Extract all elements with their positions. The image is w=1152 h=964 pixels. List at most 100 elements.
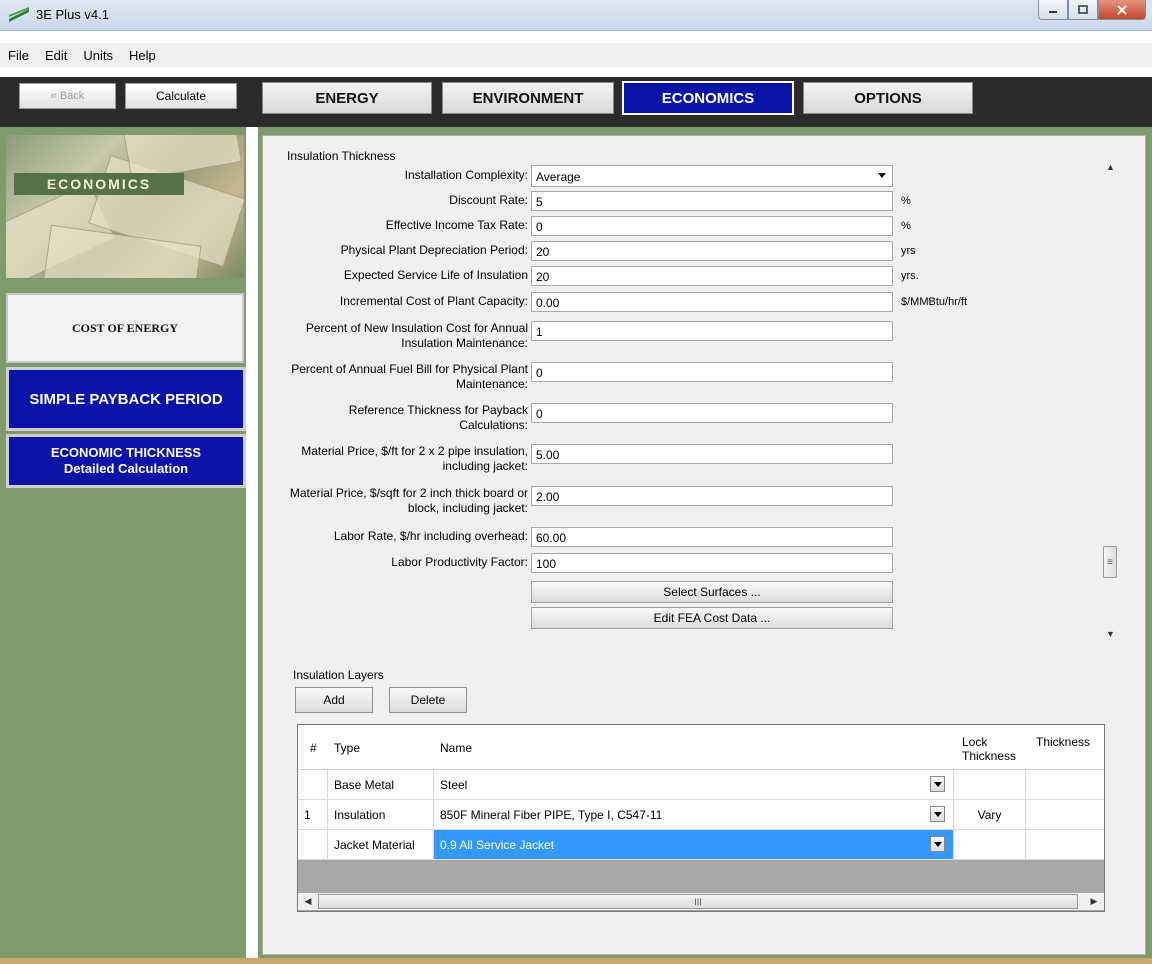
header-type: Type [334,741,361,755]
row-name-cell[interactable]: Steel [434,770,954,799]
delete-layer-button[interactable]: Delete [389,687,467,713]
table-row[interactable]: Jacket Material 0.9 All Service Jacket [298,830,1104,860]
economics-panel: Insulation Thickness Installation Comple… [262,135,1146,955]
plant-maintenance-input[interactable]: 0 [531,362,893,382]
service-life-input[interactable]: 20 [531,266,893,286]
field-label: Incremental Cost of Plant Capacity: [339,294,528,308]
field-label: Effective Income Tax Rate: [385,218,528,232]
menu-units[interactable]: Units [75,48,121,63]
row-thickness[interactable] [1026,830,1104,859]
field-unit: % [901,195,911,207]
header-name: Name [440,741,473,755]
add-layer-button[interactable]: Add [295,687,373,713]
select-surfaces-button[interactable]: Select Surfaces ... [531,581,893,603]
complexity-label: Installation Complexity: [404,168,528,182]
row-name: 850F Mineral Fiber PIPE, Type I, C547-11 [440,807,663,822]
row-num: 1 [298,800,328,829]
field-unit: $/MMBtu/hr/ft [901,296,968,308]
cost-of-energy-button[interactable]: COST OF ENERGY [6,293,244,363]
row-name-cell[interactable]: 850F Mineral Fiber PIPE, Type I, C547-11 [434,800,954,829]
economic-thickness-subtitle: Detailed Calculation [63,461,189,476]
row-type: Jacket Material [328,830,434,859]
labor-productivity-input[interactable]: 100 [531,553,893,573]
scroll-right-icon[interactable]: ▶ [1086,894,1102,909]
row-dropdown-icon[interactable] [930,836,945,852]
depreciation-period-input[interactable]: 20 [531,241,893,261]
edit-fea-cost-button[interactable]: Edit FEA Cost Data ... [531,607,893,629]
scroll-up-icon[interactable]: ▲ [1102,158,1119,175]
labor-rate-input[interactable]: 60.00 [531,527,893,547]
vertical-scrollbar[interactable]: ▲ ≡ ▼ [1102,152,1119,642]
tab-economics[interactable]: ECONOMICS [622,81,794,115]
field-label: Discount Rate: [449,193,528,207]
simple-payback-button[interactable]: SIMPLE PAYBACK PERIOD [6,367,246,431]
reference-thickness-input[interactable]: 0 [531,403,893,423]
economic-thickness-button[interactable]: ECONOMIC THICKNESS Detailed Calculation [6,434,246,488]
insulation-layers-table: # Type Name Lock Thickness Thickness Bas… [297,724,1105,912]
header-lock-line2: Thickness [962,749,1017,763]
row-thickness[interactable] [1026,800,1104,829]
maximize-icon [1078,5,1088,14]
app-logo-icon [9,7,29,22]
scroll-left-icon[interactable]: ◀ [300,894,316,909]
close-button[interactable] [1098,0,1146,20]
pipe-material-price-input[interactable]: 5.00 [531,444,893,464]
field-label: Material Price, $/ft for 2 x 2 pipe insu… [301,444,528,473]
tab-energy[interactable]: ENERGY [262,82,432,114]
window-title: 3E Plus v4.1 [36,7,109,22]
row-lock[interactable] [954,830,1026,859]
row-type: Insulation [328,800,434,829]
field-label: Reference Thickness for Payback Calculat… [348,403,528,432]
scroll-thumb[interactable]: III [318,894,1078,909]
horizontal-scrollbar[interactable]: ◀ III ▶ [298,893,1104,910]
header-lock: Lock Thickness [962,735,1016,763]
scroll-thumb[interactable]: ≡ [1103,546,1117,578]
plant-capacity-cost-input[interactable]: 0.00 [531,292,893,312]
field-label: Material Price, $/sqft for 2 inch thick … [289,486,528,515]
row-dropdown-icon[interactable] [930,776,945,792]
row-type: Base Metal [328,770,434,799]
menu-help[interactable]: Help [121,48,164,63]
close-icon [1117,4,1127,15]
tab-options[interactable]: OPTIONS [803,82,973,114]
header-num: # [310,741,317,755]
row-name-cell[interactable]: 0.9 All Service Jacket [434,830,954,859]
row-name: Steel [440,777,468,792]
economic-thickness-title: ECONOMIC THICKNESS [50,445,202,460]
calculate-button[interactable]: Calculate [125,83,237,109]
complexity-value: Average [536,170,581,184]
insulation-maintenance-input[interactable]: 1 [531,321,893,341]
row-lock[interactable] [954,770,1026,799]
field-label: Labor Rate, $/hr including overhead: [333,529,528,543]
maximize-button[interactable] [1068,0,1098,20]
complexity-select[interactable]: Average [531,165,893,187]
dropdown-arrow-icon [878,173,886,178]
board-material-price-input[interactable]: 2.00 [531,486,893,506]
insulation-layers-title: Insulation Layers [293,668,384,682]
field-label: Physical Plant Depreciation Period: [340,243,528,257]
income-tax-rate-input[interactable]: 0 [531,216,893,236]
field-unit: yrs. [901,270,919,282]
header-lock-line1: Lock [962,735,988,749]
row-num [298,830,328,859]
menu-edit[interactable]: Edit [37,48,75,63]
scroll-down-icon[interactable]: ▼ [1102,625,1119,642]
minimize-icon [1049,10,1057,13]
table-row[interactable]: Base Metal Steel [298,770,1104,800]
field-unit: yrs [901,245,916,257]
row-thickness[interactable] [1026,770,1104,799]
bottom-strip [0,958,1152,964]
minimize-button[interactable] [1038,0,1068,20]
table-row[interactable]: 1 Insulation 850F Mineral Fiber PIPE, Ty… [298,800,1104,830]
menu-file[interactable]: File [0,48,37,63]
economics-banner: ECONOMICS [6,135,244,278]
back-button[interactable]: « Back [19,83,116,109]
menu-bar: File Edit Units Help [0,43,1152,67]
field-label: Expected Service Life of Insulation [343,268,528,282]
row-num [298,770,328,799]
discount-rate-input[interactable]: 5 [531,191,893,211]
row-lock[interactable]: Vary [954,800,1026,829]
banner-label: ECONOMICS [14,173,184,195]
tab-environment[interactable]: ENVIRONMENT [442,82,614,114]
row-dropdown-icon[interactable] [930,806,945,822]
